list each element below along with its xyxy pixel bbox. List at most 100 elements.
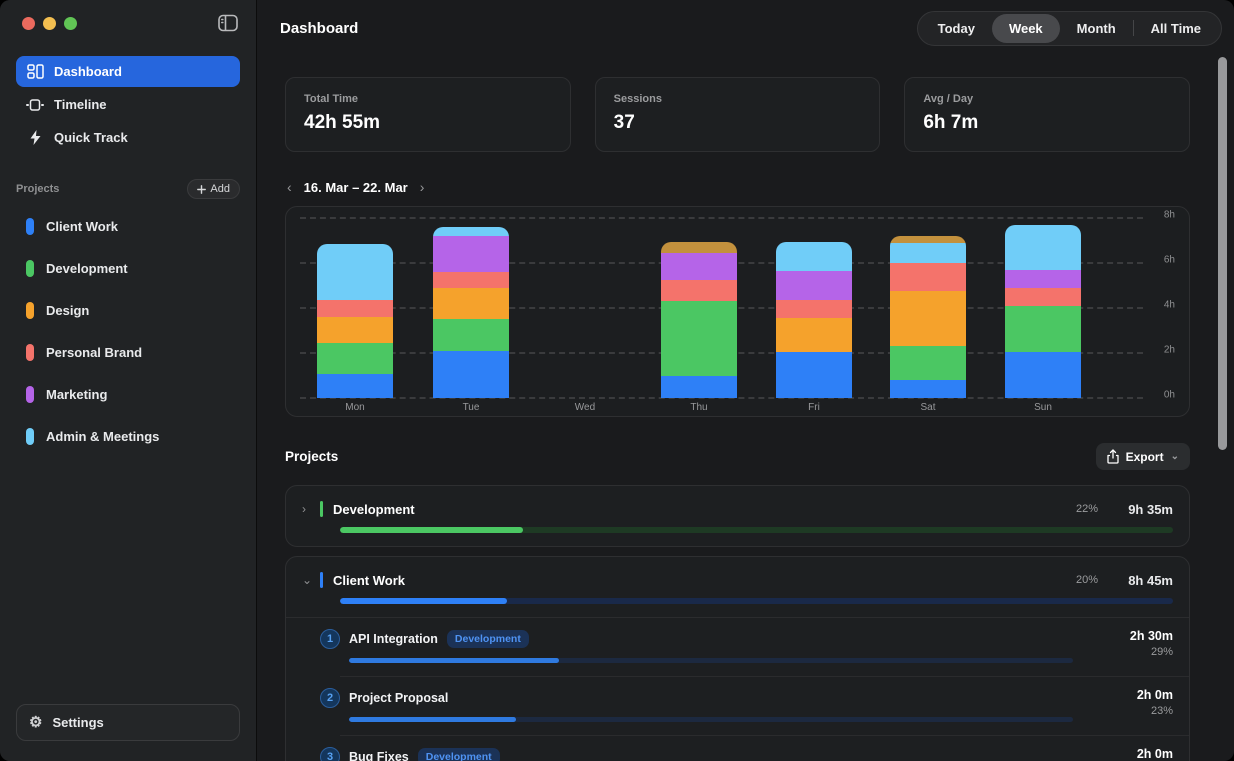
bar-segment [661,376,737,399]
project-row-client-work: ⌄ Client Work 20% 8h 45m [285,556,1190,761]
settings-button[interactable]: ⚙ Settings [16,704,240,741]
project-row-time: 8h 45m [1098,573,1173,588]
sidebar: Dashboard Timeline Quick [0,0,257,761]
progress-fill [349,717,516,722]
bar-segment [776,352,852,398]
progress-track [349,658,1073,663]
y-tick-4h: 4h [1164,300,1175,311]
task-name: Bug Fixes [349,750,409,761]
bar-segment [433,227,509,236]
add-project-button[interactable]: Add [187,179,240,199]
chevron-right-icon[interactable]: › [420,179,425,195]
bar-sat[interactable] [890,236,966,398]
tab-all-time[interactable]: All Time [1134,14,1218,43]
tab-today[interactable]: Today [921,14,992,43]
y-tick-2h: 2h [1164,345,1175,356]
bar-segment [890,243,966,263]
project-row-time: 9h 35m [1098,502,1173,517]
x-label-sat: Sat [890,402,966,413]
gear-icon: ⚙ [29,715,42,730]
task-percent: 29% [1151,646,1173,658]
project-color-chip [26,218,34,235]
plus-icon [197,185,206,194]
projects-section-label: Projects [16,183,59,195]
project-item-design[interactable]: Design [16,289,240,331]
project-item-development[interactable]: Development [16,247,240,289]
bar-segment [317,317,393,343]
share-icon [1107,449,1119,464]
progress-track [349,717,1073,722]
sidebar-item-dashboard[interactable]: Dashboard [16,56,240,87]
progress-fill [340,527,523,533]
stat-label: Total Time [304,93,552,105]
task-row-api-integration[interactable]: 1 API Integration Development 2h 30m 29% [320,618,1189,676]
projects-heading: Projects [285,449,338,464]
bar-segment [890,380,966,398]
task-name: Project Proposal [349,691,448,705]
x-label-thu: Thu [661,402,737,413]
app-window: Dashboard Timeline Quick [0,0,1234,761]
project-item-personal-brand[interactable]: Personal Brand [16,331,240,373]
bar-fri[interactable] [776,242,852,398]
bar-thu[interactable] [661,242,737,398]
progress-fill [340,598,507,604]
x-label-wed: Wed [547,402,623,413]
project-item-admin-meetings[interactable]: Admin & Meetings [16,415,240,457]
task-number-badge: 3 [320,747,340,761]
sidebar-nav: Dashboard Timeline Quick [16,56,240,153]
tab-week[interactable]: Week [992,14,1060,43]
project-row-name: Client Work [333,573,405,588]
project-name: Development [46,261,128,276]
bar-segment [890,263,966,291]
scrollbar-thumb[interactable] [1218,57,1227,450]
sidebar-toggle-icon[interactable] [218,14,238,32]
task-time: 2h 0m [1137,747,1173,761]
bar-segment [433,319,509,351]
bar-segment [890,291,966,346]
bar-segment [661,301,737,375]
y-tick-0h: 0h [1164,390,1175,401]
bar-segment [1005,288,1081,306]
chevron-left-icon[interactable]: ‹ [287,179,292,195]
project-name: Client Work [46,219,118,234]
bar-sun[interactable] [1005,225,1081,398]
stats-row: Total Time 42h 55m Sessions 37 Avg / Day… [285,77,1190,152]
minimize-button[interactable] [43,17,56,30]
project-color-chip [26,260,34,277]
bar-segment [776,242,852,271]
stat-label: Sessions [614,93,862,105]
bar-segment [317,374,393,398]
weekly-stacked-bar-chart: 0h 2h 4h 6h 8h Mon Tue Wed Thu Fri Sat S… [285,206,1190,417]
bar-mon[interactable] [317,244,393,398]
export-button[interactable]: Export ⌄ [1096,443,1190,470]
bar-tue[interactable] [433,227,509,398]
bar-segment [776,300,852,318]
bar-segment [661,242,737,253]
project-row-name: Development [333,502,415,517]
project-item-marketing[interactable]: Marketing [16,373,240,415]
bar-segment [433,272,509,288]
bar-segment [1005,306,1081,352]
bar-segment [317,244,393,300]
settings-label: Settings [52,715,103,730]
sidebar-item-quick-track[interactable]: Quick Track [16,122,240,153]
sidebar-item-timeline[interactable]: Timeline [16,89,240,120]
chevron-right-icon[interactable]: › [302,502,320,516]
sidebar-item-label: Timeline [54,97,107,112]
date-range-segmented-control: Today Week Month All Time [917,11,1222,46]
project-item-client-work[interactable]: Client Work [16,205,240,247]
x-label-sun: Sun [1005,402,1081,413]
zoom-button[interactable] [64,17,77,30]
task-row-project-proposal[interactable]: 2 Project Proposal 2h 0m 23% [320,677,1189,735]
main-content: Dashboard Today Week Month All Time Tota… [257,0,1234,761]
progress-track [340,527,1173,533]
main-header: Dashboard Today Week Month All Time [257,0,1234,56]
chevron-down-icon[interactable]: ⌄ [302,573,320,587]
task-percent: 23% [1151,705,1173,717]
task-row-bug-fixes[interactable]: 3 Bug Fixes Development 2h 0m 23% [320,736,1189,761]
project-name: Marketing [46,387,107,402]
tab-month[interactable]: Month [1060,14,1133,43]
bar-segment [433,351,509,398]
x-label-mon: Mon [317,402,393,413]
close-button[interactable] [22,17,35,30]
